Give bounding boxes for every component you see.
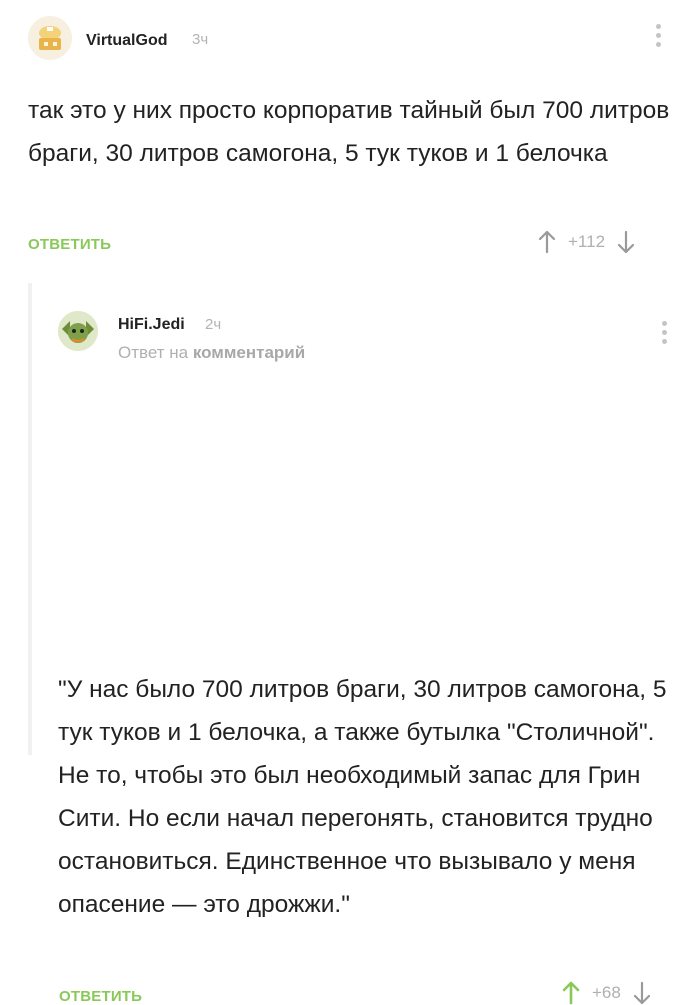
rating-controls: +112 bbox=[538, 230, 635, 254]
more-vertical-icon[interactable] bbox=[658, 321, 670, 351]
comment-text: "У нас было 700 литров браги, 30 литров … bbox=[58, 676, 667, 918]
arrow-up-icon[interactable] bbox=[562, 981, 580, 1005]
comment-time: 3ч bbox=[192, 31, 209, 48]
rating-value: +68 bbox=[592, 983, 621, 1002]
comment-text: так это у них просто корпоратив тайный б… bbox=[28, 97, 670, 167]
more-vertical-icon[interactable] bbox=[652, 24, 664, 54]
reply-button[interactable]: ОТВЕТИТЬ bbox=[28, 236, 111, 253]
comment: VirtualGod 3ч так это у них просто корпо… bbox=[0, 0, 700, 270]
arrow-up-icon[interactable] bbox=[538, 230, 556, 254]
rating-value: +112 bbox=[568, 232, 606, 251]
rating-controls: +68 bbox=[562, 981, 651, 1005]
arrow-down-icon[interactable] bbox=[633, 981, 651, 1005]
comment-time: 2ч bbox=[205, 316, 222, 333]
reply-note: Ответ на комментарий bbox=[118, 343, 305, 363]
parent-comment-link[interactable]: комментарий bbox=[193, 343, 305, 362]
reply-button[interactable]: ОТВЕТИТЬ bbox=[59, 988, 142, 1005]
reply-note-prefix: Ответ на bbox=[118, 343, 189, 362]
avatar[interactable] bbox=[58, 311, 98, 351]
reply-comment: HiFi.Jedi 2ч Ответ на комментарий "У нас… bbox=[28, 283, 700, 1005]
username[interactable]: HiFi.Jedi bbox=[118, 316, 185, 334]
arrow-down-icon[interactable] bbox=[617, 230, 635, 254]
avatar[interactable] bbox=[28, 16, 72, 60]
username[interactable]: VirtualGod bbox=[86, 32, 168, 50]
